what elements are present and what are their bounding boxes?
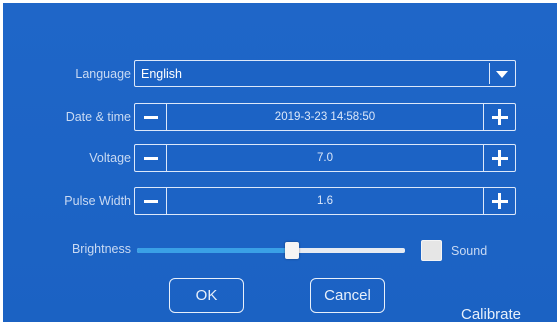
cancel-button[interactable]: Cancel [310,278,385,313]
calibrate-button[interactable]: Calibrate [461,306,521,322]
dropdown-button[interactable] [489,63,513,84]
plus-icon [491,150,508,166]
datetime-stepper: 2019-3-23 14:58:50 [134,103,516,131]
plus-icon [491,193,508,209]
sound-label: Sound [451,244,488,258]
ok-button[interactable]: OK [169,278,244,313]
sound-checkbox[interactable] [421,240,442,261]
datetime-value: 2019-3-23 14:58:50 [274,111,376,123]
datetime-label: Date & time [65,110,131,124]
pulse-width-increment-button[interactable] [483,188,515,214]
language-select[interactable]: English [134,60,516,87]
pulse-width-value: 1.6 [317,195,333,207]
minus-icon [143,199,158,203]
pulse-width-decrement-button[interactable] [135,188,167,214]
language-label: Language [75,67,131,81]
voltage-decrement-button[interactable] [135,145,167,171]
brightness-slider-fill [137,248,292,253]
voltage-label: Voltage [89,151,131,165]
voltage-stepper: 7.0 [134,144,516,172]
voltage-value: 7.0 [317,152,333,164]
datetime-increment-button[interactable] [483,104,515,130]
voltage-increment-button[interactable] [483,145,515,171]
pulse-width-stepper: 1.6 [134,187,516,215]
minus-icon [143,115,158,119]
language-value: English [141,67,182,81]
settings-screen: Language English Date & time 2019-3-23 1… [3,3,557,322]
brightness-slider-thumb[interactable] [285,242,299,259]
brightness-slider[interactable] [137,242,405,259]
datetime-decrement-button[interactable] [135,104,167,130]
plus-icon [491,109,508,125]
chevron-down-icon [495,71,508,78]
pulse-width-label: Pulse Width [64,194,131,208]
minus-icon [143,156,158,160]
brightness-label: Brightness [71,242,131,256]
